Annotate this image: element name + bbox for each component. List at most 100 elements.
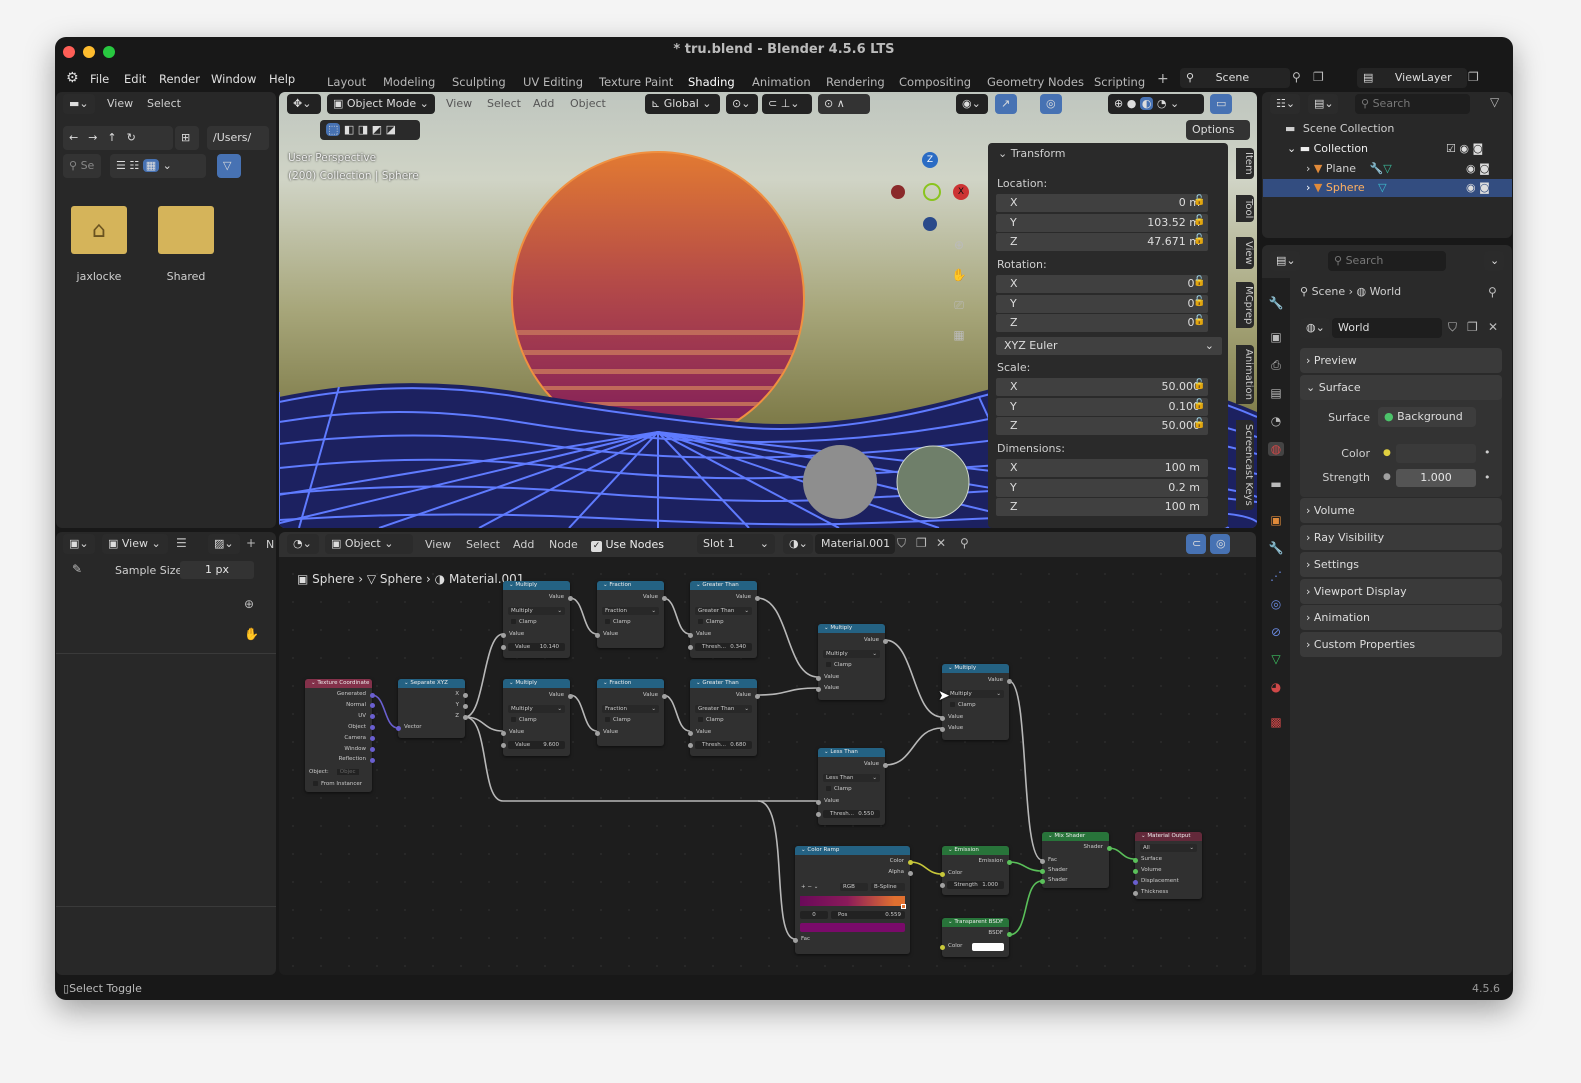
view-layer-selector[interactable]: ▤ ViewLayer: [1357, 68, 1467, 88]
socket[interactable]: [907, 859, 913, 865]
transform-orientation-dropdown[interactable]: ⊾ Global ⌄: [645, 94, 720, 114]
clamp-checkbox[interactable]: Clamp: [950, 702, 976, 708]
material-name-field[interactable]: Material.001: [815, 534, 895, 554]
material-tab-icon[interactable]: ◕: [1268, 680, 1284, 694]
physics-tab-icon[interactable]: ◎: [1268, 597, 1284, 611]
file-search-input[interactable]: ⚲ Se: [63, 154, 101, 178]
math-node-gt2-header[interactable]: ⌄ Greater Than: [690, 679, 757, 688]
clamp-checkbox[interactable]: Clamp: [826, 662, 852, 668]
image-browse-button[interactable]: ▨⌄: [208, 534, 240, 554]
socket[interactable]: [500, 632, 506, 638]
texture-coordinate-node-header[interactable]: ⌄ Texture Coordinate: [305, 679, 372, 688]
output-tab-icon[interactable]: ⎙: [1268, 358, 1284, 373]
collection-toggles[interactable]: ☑ ◉ ◙: [1446, 142, 1483, 155]
sidebar-tab-view[interactable]: View: [1236, 237, 1254, 269]
add-workspace-button[interactable]: +: [1157, 71, 1169, 87]
color-ramp-node-header[interactable]: ⌄ Color Ramp: [795, 846, 910, 855]
operation-dropdown[interactable]: Greater Than ⌄: [695, 705, 752, 713]
tab-geometry-nodes[interactable]: Geometry Nodes: [987, 75, 1084, 89]
transform-panel-header[interactable]: ⌄ Transform: [998, 147, 1065, 160]
math-node-mul4-header[interactable]: ⌄ Multiply: [942, 664, 1009, 673]
world-color-swatch[interactable]: [1396, 444, 1476, 463]
sidebar-tab-screencast-keys[interactable]: Screencast Keys: [1236, 420, 1254, 510]
data-tab-icon[interactable]: ▽: [1268, 652, 1284, 666]
socket[interactable]: [567, 693, 573, 699]
socket[interactable]: [939, 882, 945, 888]
from-instancer-checkbox[interactable]: From Instancer: [313, 781, 362, 787]
math-node-gt1[interactable]: ⌄ Greater Than Value Greater Than ⌄ Clamp Val…: [687, 581, 760, 658]
socket[interactable]: [500, 742, 506, 748]
ramp-controls[interactable]: + − ⌄: [801, 884, 818, 890]
socket[interactable]: [939, 715, 945, 721]
proportional-editing-toggle[interactable]: ⊙ ∧: [818, 94, 870, 114]
socket[interactable]: [395, 725, 401, 731]
checkbox-box[interactable]: [605, 619, 610, 624]
panel-preview[interactable]: › Preview: [1300, 348, 1502, 373]
texture-tab-icon[interactable]: ▩: [1268, 715, 1284, 729]
dimensions-y-field[interactable]: Y 0.2 m: [996, 478, 1208, 497]
outliner-scene-collection[interactable]: ▬ Scene Collection: [1285, 122, 1394, 135]
math-node-mul1[interactable]: ⌄ Multiply Value Multiply ⌄ Clamp Value Value 1…: [500, 581, 573, 658]
socket[interactable]: [369, 747, 375, 752]
visibility-dropdown[interactable]: ◉⌄: [956, 94, 988, 114]
socket[interactable]: [907, 870, 913, 876]
math-node-lt[interactable]: ⌄ Less Than Value Less Than ⌄ Clamp Value Thre…: [815, 748, 888, 825]
target-dropdown[interactable]: All ⌄: [1140, 844, 1197, 852]
world-tab-icon[interactable]: ◍: [1268, 442, 1284, 456]
menu-file[interactable]: File: [90, 72, 109, 86]
editor-type-button[interactable]: ▬⌄: [63, 94, 95, 114]
scale-y-field[interactable]: Y 0.100: [996, 397, 1208, 416]
tab-compositing[interactable]: Compositing: [899, 75, 971, 89]
math-node-gt2[interactable]: ⌄ Greater Than Value Greater Than ⌄ Clamp Val…: [687, 679, 760, 756]
socket[interactable]: [567, 595, 573, 601]
socket[interactable]: [462, 703, 468, 709]
separate-xyz-node[interactable]: ⌄ Separate XYZ X Y Z Vector: [395, 679, 468, 738]
animate-property-dot[interactable]: •: [1484, 446, 1491, 459]
filter-icon[interactable]: ▽: [1490, 95, 1499, 109]
transparent-bsdf-node-header[interactable]: ⌄ Transparent BSDF: [942, 918, 1009, 927]
material-output-node[interactable]: ⌄ Material Output All ⌄ Surface Volume Displa…: [1132, 832, 1202, 899]
location-z-field[interactable]: Z 47.671 m: [996, 233, 1208, 252]
node-menu-select[interactable]: Select: [466, 538, 500, 551]
tab-texture-paint[interactable]: Texture Paint: [599, 75, 673, 89]
socket[interactable]: [594, 632, 600, 638]
dimensions-z-field[interactable]: Z 100 m: [996, 498, 1208, 517]
gizmo-neg-x-axis[interactable]: [891, 185, 905, 199]
rotation-y-field[interactable]: Y 0°: [996, 294, 1208, 313]
use-nodes-checkbox[interactable]: ✓ Use Nodes: [591, 538, 664, 552]
image-view-dropdown[interactable]: ▣ View ⌄: [102, 534, 168, 554]
fraction-node-2-header[interactable]: ⌄ Fraction: [597, 679, 664, 688]
clamp-checkbox[interactable]: Clamp: [605, 717, 631, 723]
checkbox-box[interactable]: [511, 619, 516, 624]
outliner-item-plane[interactable]: › ▼ Plane 🔧▽: [1306, 162, 1392, 175]
node-editor-type[interactable]: ◔⌄: [287, 534, 319, 554]
snap-toggle[interactable]: ⊂: [1186, 534, 1206, 554]
rotation-z-field[interactable]: Z 0°: [996, 314, 1208, 333]
math-node-mul1-header[interactable]: ⌄ Multiply: [503, 581, 570, 590]
world-browse-button[interactable]: ◍⌄: [1300, 318, 1330, 338]
new-folder-button[interactable]: ⊞: [175, 126, 199, 150]
sidebar-tab-item[interactable]: Item: [1236, 148, 1254, 179]
sidebar-tab-mcprep[interactable]: MCprep: [1236, 282, 1254, 329]
rotation-x-field[interactable]: X 0°: [996, 275, 1208, 293]
socket[interactable]: [687, 730, 693, 736]
zoom-icon[interactable]: ⊕: [244, 597, 254, 611]
tab-rendering[interactable]: Rendering: [826, 75, 885, 89]
tab-scripting[interactable]: Scripting: [1094, 75, 1145, 89]
viewport-menu-add[interactable]: Add: [533, 97, 554, 110]
tab-shading[interactable]: Shading: [688, 75, 735, 89]
socket[interactable]: [754, 693, 760, 699]
new-image-icon[interactable]: +: [246, 536, 256, 550]
socket[interactable]: [687, 632, 693, 638]
sample-tool-icon[interactable]: ✎: [72, 562, 82, 576]
viewport-menu-select[interactable]: Select: [487, 97, 521, 110]
pivot-point-dropdown[interactable]: ⊙⌄: [726, 94, 758, 114]
operation-dropdown[interactable]: Multiply ⌄: [947, 690, 1004, 698]
world-name-field[interactable]: World: [1332, 318, 1442, 338]
math-node-mul2-header[interactable]: ⌄ Multiply: [503, 679, 570, 688]
animate-property-dot[interactable]: •: [1484, 471, 1491, 484]
lock-icon[interactable]: 🔓: [1193, 276, 1205, 287]
sidebar-tab-animation[interactable]: Animation: [1236, 345, 1254, 404]
node-menu-add[interactable]: Add: [513, 538, 534, 551]
outliner-search-input[interactable]: ⚲ Search: [1355, 94, 1470, 114]
